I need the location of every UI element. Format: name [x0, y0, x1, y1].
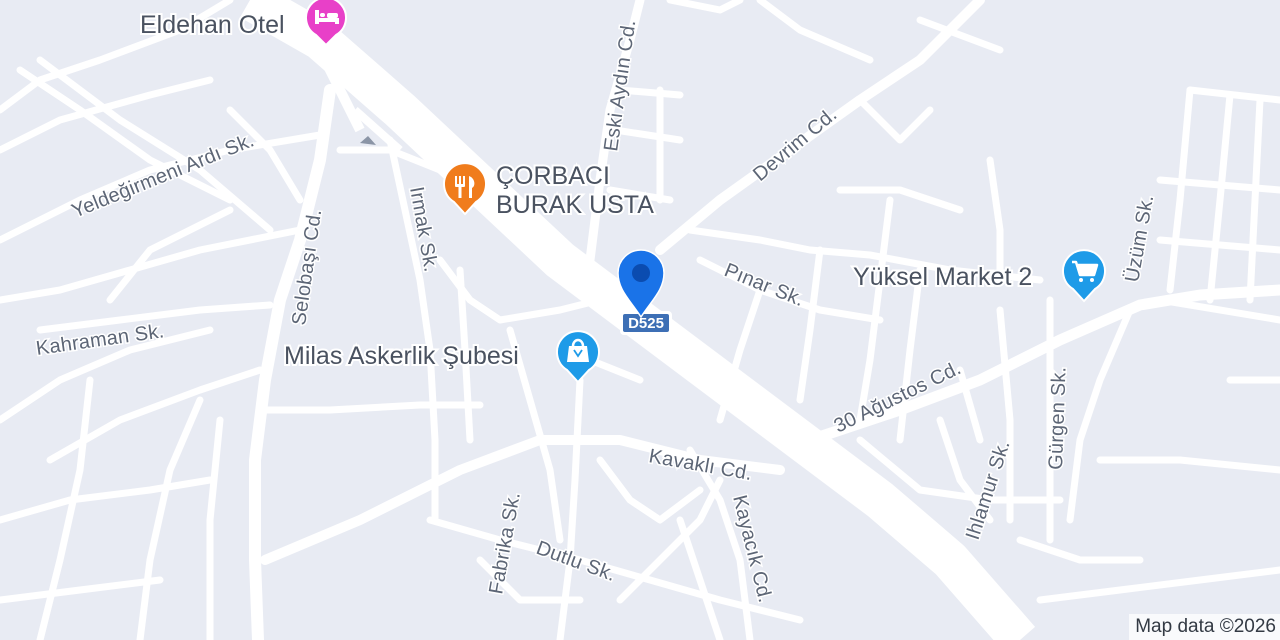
restaurant-fork-knife-icon[interactable]: [443, 162, 487, 216]
shopping-bag-icon[interactable]: [556, 330, 600, 384]
highway-shield-label: D525: [628, 315, 664, 332]
poi-label-line2: BURAK USTA: [496, 191, 654, 219]
shopping-cart-icon[interactable]: [1062, 249, 1106, 303]
map-attribution: Map data ©2026: [1129, 614, 1280, 640]
poi-label: Yüksel Market 2: [853, 263, 1032, 291]
map-canvas[interactable]: Yeldeğirmeni Ardı Sk. Selobaşı Cd. Kahra…: [0, 0, 1280, 640]
location-pin-icon[interactable]: [617, 249, 665, 319]
poi-label: Eldehan Otel: [140, 11, 285, 39]
poi-yuksel-market-2[interactable]: Yüksel Market 2: [851, 249, 1106, 303]
poi-eldehan-otel[interactable]: Eldehan Otel: [138, 0, 347, 47]
poi-label: Milas Askerlik Şubesi: [284, 342, 519, 370]
poi-corbaci-burak-usta[interactable]: ÇORBACI BURAK USTA: [443, 160, 656, 221]
poi-milas-askerlik-subesi[interactable]: Milas Askerlik Şubesi: [282, 330, 600, 384]
poi-label-line1: ÇORBACI: [496, 162, 610, 190]
poi-layer: Eldehan Otel ÇORBACI BURAK USTA Milas As…: [138, 0, 1106, 384]
highway-shield-d525: D525: [620, 311, 672, 335]
hotel-bed-icon[interactable]: [305, 0, 347, 47]
